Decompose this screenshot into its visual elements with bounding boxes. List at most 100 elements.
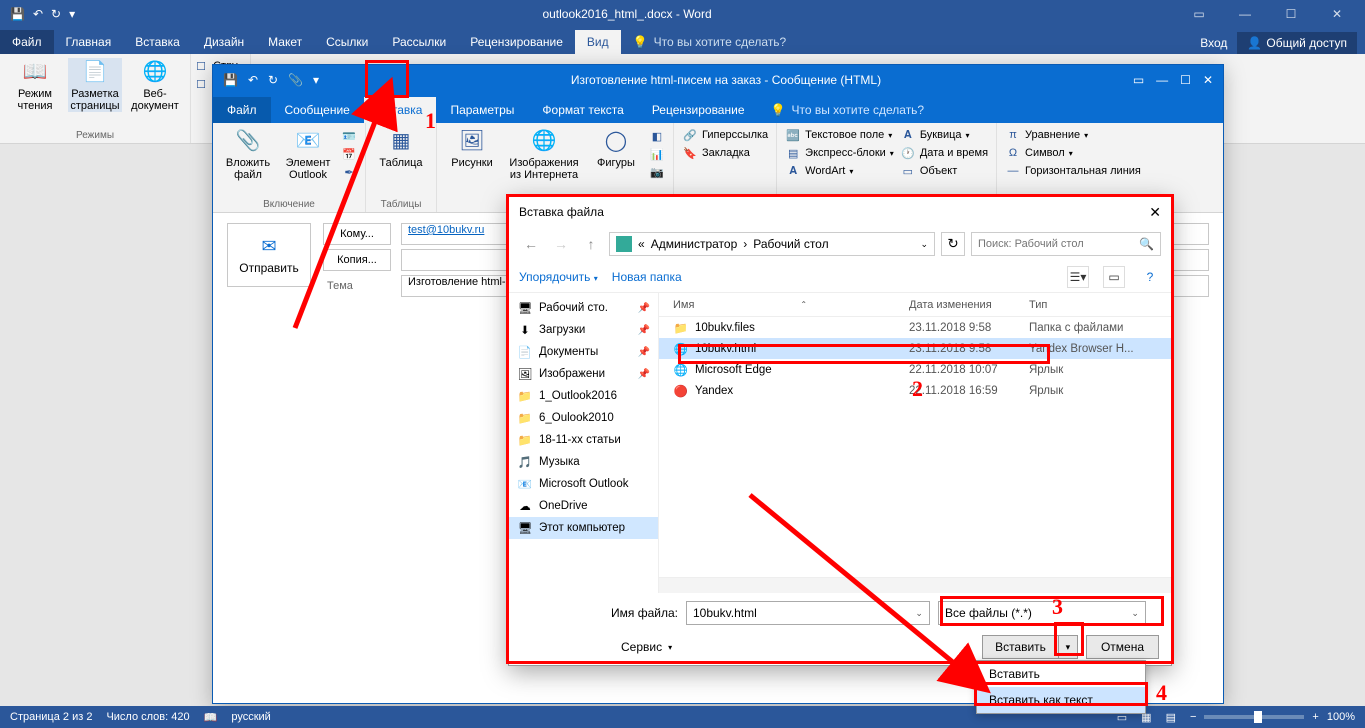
word-count[interactable]: Число слов: 420 xyxy=(106,711,189,723)
tree-item[interactable]: 📄Документы📌 xyxy=(509,341,658,363)
shapes-button[interactable]: ◯Фигуры xyxy=(589,127,643,181)
bizcard-button[interactable]: 🪪 xyxy=(341,128,357,144)
signin-link[interactable]: Вход xyxy=(1200,36,1227,50)
ol-tab-file[interactable]: Файл xyxy=(213,97,271,123)
save-icon[interactable]: 💾 xyxy=(10,7,25,21)
ribbon-collapse-icon[interactable]: ▭ xyxy=(1133,73,1144,87)
tree-item[interactable]: 🖥Рабочий сто.📌 xyxy=(509,297,658,319)
redo-icon[interactable]: ↻ xyxy=(268,73,278,87)
ol-tab-options[interactable]: Параметры xyxy=(436,97,528,123)
filter-combo[interactable]: Все файлы (*.*)⌄ xyxy=(938,601,1146,625)
save-icon[interactable]: 💾 xyxy=(223,73,238,87)
tab-layout[interactable]: Макет xyxy=(256,30,314,54)
ol-tab-format[interactable]: Формат текста xyxy=(528,97,637,123)
object-button[interactable]: ▭Объект xyxy=(900,163,988,179)
tab-file[interactable]: Файл xyxy=(0,30,54,54)
bookmark-button[interactable]: 🔖Закладка xyxy=(682,145,768,161)
forward-button[interactable]: → xyxy=(549,232,573,256)
tree-item[interactable]: 📁1_Outlook2016 xyxy=(509,385,658,407)
refresh-button[interactable]: ↻ xyxy=(941,232,965,256)
insert-button-main[interactable]: Вставить xyxy=(983,636,1059,658)
page-status[interactable]: Страница 2 из 2 xyxy=(10,711,92,723)
ol-tab-message[interactable]: Сообщение xyxy=(271,97,364,123)
zoom-slider[interactable] xyxy=(1204,715,1304,719)
ol-tab-review[interactable]: Рецензирование xyxy=(638,97,759,123)
equation-button[interactable]: πУравнение▾ xyxy=(1005,127,1141,143)
undo-icon[interactable]: ↶ xyxy=(33,7,43,21)
tree-item[interactable]: 🎵Музыка xyxy=(509,451,658,473)
tree-item[interactable]: 🖥Этот компьютер xyxy=(509,517,658,539)
new-folder-button[interactable]: Новая папка xyxy=(612,270,682,284)
attach-icon[interactable]: 📎 xyxy=(288,73,303,87)
chart-button[interactable]: 📊 xyxy=(649,146,665,162)
h-scrollbar[interactable] xyxy=(659,577,1171,593)
organize-button[interactable]: Упорядочить ▾ xyxy=(519,270,598,284)
datetime-button[interactable]: 🕐Дата и время xyxy=(900,145,988,161)
tree-item[interactable]: 📁6_Oulook2010 xyxy=(509,407,658,429)
file-row[interactable]: 🌐10bukv.html23.11.2018 9:58Yandex Browse… xyxy=(659,338,1171,359)
close-icon[interactable]: ✕ xyxy=(1317,7,1357,21)
search-box[interactable]: 🔍 xyxy=(971,232,1161,256)
file-row[interactable]: 📁10bukv.files23.11.2018 9:58Папка с файл… xyxy=(659,317,1171,338)
menu-insert-as-text[interactable]: Вставить как текст xyxy=(977,687,1145,713)
print-layout-button[interactable]: 📄Разметка страницы xyxy=(68,58,122,112)
zoom-out[interactable]: − xyxy=(1190,711,1196,723)
table-button[interactable]: ▦Таблица xyxy=(374,127,428,169)
breadcrumb-seg[interactable]: Администратор xyxy=(651,237,738,251)
col-date[interactable]: Дата изменения xyxy=(909,299,1029,311)
tree-item[interactable]: 📧Microsoft Outlook xyxy=(509,473,658,495)
send-button[interactable]: ✉ Отправить xyxy=(227,223,311,287)
outlook-item-button[interactable]: 📧Элемент Outlook xyxy=(281,127,335,181)
zoom-level[interactable]: 100% xyxy=(1327,711,1355,723)
language-status[interactable]: русский xyxy=(231,711,270,723)
dropcap-button[interactable]: 𝐀Буквица▾ xyxy=(900,127,988,143)
col-name[interactable]: Имя⌃ xyxy=(659,299,909,311)
close-icon[interactable]: ✕ xyxy=(1203,73,1213,87)
tellme[interactable]: 💡Что вы хотите сделать? xyxy=(621,30,799,54)
tab-mailings[interactable]: Рассылки xyxy=(380,30,458,54)
reading-mode-button[interactable]: 📖Режим чтения xyxy=(8,58,62,112)
zoom-in[interactable]: + xyxy=(1312,711,1318,723)
maximize-icon[interactable]: ☐ xyxy=(1271,7,1311,21)
insert-split-button[interactable]: Вставить ▾ xyxy=(982,635,1078,659)
help-button[interactable]: ? xyxy=(1139,266,1161,288)
tab-insert[interactable]: Вставка xyxy=(123,30,192,54)
up-button[interactable]: ↑ xyxy=(579,232,603,256)
search-input[interactable] xyxy=(978,238,1139,250)
col-type[interactable]: Тип xyxy=(1029,299,1171,311)
view-button[interactable]: ☰▾ xyxy=(1067,266,1089,288)
calendar-button[interactable]: 📅 xyxy=(341,146,357,162)
tree-item[interactable]: ☁OneDrive xyxy=(509,495,658,517)
tools-button[interactable]: Сервис▾ xyxy=(521,640,672,654)
undo-icon[interactable]: ↶ xyxy=(248,73,258,87)
insert-button-dropdown[interactable]: ▾ xyxy=(1059,642,1077,653)
smartart-button[interactable]: ◧ xyxy=(649,128,665,144)
hyperlink-button[interactable]: 🔗Гиперссылка xyxy=(682,127,768,143)
chevron-down-icon[interactable]: ⌄ xyxy=(920,239,928,250)
proofing-icon[interactable]: 📖 xyxy=(204,711,218,724)
redo-icon[interactable]: ↻ xyxy=(51,7,61,21)
maximize-icon[interactable]: ☐ xyxy=(1180,73,1191,87)
tree-item[interactable]: 🖼Изображени📌 xyxy=(509,363,658,385)
dialog-close-icon[interactable]: ✕ xyxy=(1149,204,1161,221)
wordart-button[interactable]: 𝐀WordArt▾ xyxy=(785,163,894,179)
pictures-button[interactable]: 🖼Рисунки xyxy=(445,127,499,181)
menu-insert[interactable]: Вставить xyxy=(977,661,1145,687)
to-button[interactable]: Кому... xyxy=(323,223,391,245)
tab-design[interactable]: Дизайн xyxy=(192,30,256,54)
breadcrumb-seg[interactable]: Рабочий стол xyxy=(753,237,828,251)
signature-button[interactable]: ✒ xyxy=(341,164,357,180)
symbol-button[interactable]: ΩСимвол▾ xyxy=(1005,145,1141,161)
tab-home[interactable]: Главная xyxy=(54,30,124,54)
filename-combo[interactable]: 10bukv.html⌄ xyxy=(686,601,930,625)
hline-button[interactable]: —Горизонтальная линия xyxy=(1005,163,1141,179)
view-web-icon[interactable]: ▤ xyxy=(1166,711,1176,724)
share-button[interactable]: 👤Общий доступ xyxy=(1237,32,1357,54)
quickparts-button[interactable]: ▤Экспресс-блоки▾ xyxy=(785,145,894,161)
preview-button[interactable]: ▭ xyxy=(1103,266,1125,288)
minimize-icon[interactable]: — xyxy=(1225,7,1265,21)
web-layout-button[interactable]: 🌐Веб-документ xyxy=(128,58,182,112)
tree-item[interactable]: 📁18-11-xx статьи xyxy=(509,429,658,451)
online-pictures-button[interactable]: 🌐Изображения из Интернета xyxy=(505,127,583,181)
ol-tellme[interactable]: 💡Что вы хотите сделать? xyxy=(759,97,937,123)
